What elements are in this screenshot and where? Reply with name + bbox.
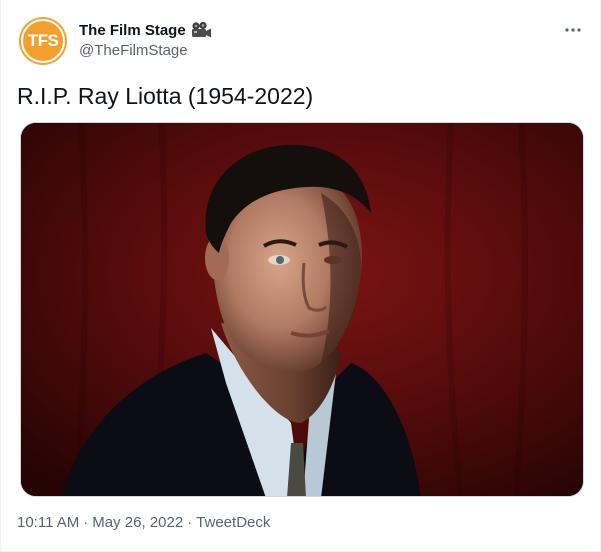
tweet-card: TFS The Film Stage @TheFilmStage R.I.P. … <box>0 0 601 552</box>
more-options-button[interactable] <box>562 20 584 40</box>
display-name[interactable]: The Film Stage <box>79 22 186 39</box>
meta-separator: · <box>187 514 193 531</box>
display-name-row: The Film Stage <box>79 20 212 40</box>
avatar-logo: TFS <box>21 19 65 63</box>
tweet-header: TFS The Film Stage @TheFilmStage <box>17 16 584 66</box>
meta-separator: · <box>83 514 89 531</box>
tweet-photo[interactable] <box>20 122 584 497</box>
avatar-initials: TFS <box>27 31 59 50</box>
author-info: The Film Stage @TheFilmStage <box>79 20 212 59</box>
tweet-date[interactable]: May 26, 2022 <box>92 514 183 531</box>
tweet-source[interactable]: TweetDeck <box>196 514 270 531</box>
movie-camera-icon <box>190 21 212 39</box>
avatar[interactable]: TFS <box>19 17 67 65</box>
tweet-meta: 10:11 AM · May 26, 2022 · TweetDeck <box>17 514 270 531</box>
portrait-photo <box>21 123 583 496</box>
tweet-time[interactable]: 10:11 AM <box>17 514 79 531</box>
more-horizontal-icon <box>565 28 581 32</box>
tweet-text: R.I.P. Ray Liotta (1954-2022) <box>17 83 314 109</box>
author-handle[interactable]: @TheFilmStage <box>79 42 212 59</box>
